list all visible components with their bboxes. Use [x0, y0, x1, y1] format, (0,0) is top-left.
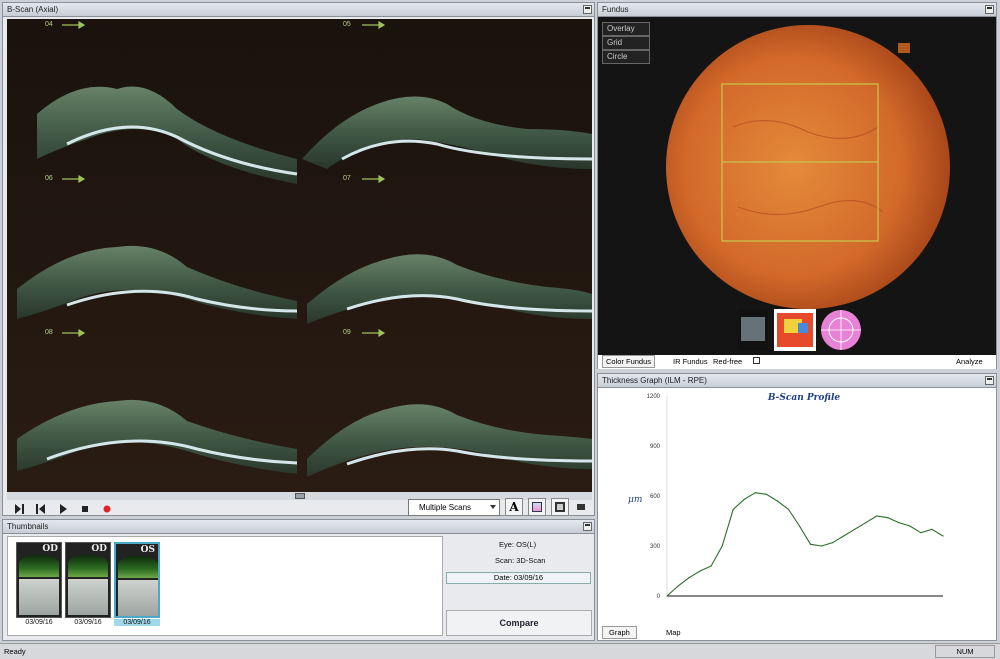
thumbnail-date: 03/09/16	[114, 619, 160, 626]
thumbnail-map-image	[19, 579, 59, 615]
compare-button[interactable]: Compare	[446, 610, 592, 636]
thumbnail-scan-image	[19, 555, 59, 577]
status-bar: Ready NUM	[0, 643, 1000, 659]
fundus-image[interactable]	[598, 17, 996, 355]
chart-points	[666, 492, 944, 597]
thickness-chart[interactable]: B-Scan Profile μm 0 300 600 900 1200	[598, 388, 996, 624]
tab-ir-fundus[interactable]: IR Fundus	[673, 357, 708, 366]
thumbnail-item[interactable]: OD	[16, 542, 62, 618]
graph-minimize-button[interactable]	[985, 376, 994, 385]
tile-label-04: 04	[45, 21, 53, 28]
date-info: Date: 03/09/16	[446, 572, 591, 584]
font-button[interactable]: A	[505, 498, 523, 516]
chart-title: B-Scan Profile	[767, 393, 840, 403]
thumbnails-minimize-button[interactable]	[583, 522, 592, 531]
tab-color-fundus[interactable]: Color Fundus	[602, 355, 656, 368]
thumbnail-scan-image	[68, 555, 108, 577]
bscan-title-bar: B-Scan (Axial)	[3, 3, 594, 17]
y-tick-label: 0	[657, 594, 661, 600]
fundus-title: Fundus	[602, 5, 629, 14]
record-icon[interactable]	[101, 503, 113, 515]
bscan-scroll-thumb[interactable]	[295, 493, 305, 499]
y-tick-label: 600	[650, 494, 661, 500]
thumbnail-item-selected[interactable]: OS	[114, 542, 160, 618]
tile-label-09: 09	[343, 329, 351, 336]
thumbnail-date: 03/09/16	[74, 619, 102, 626]
thumbnail-item[interactable]: OD	[65, 542, 111, 618]
app-window: B-Scan (Axial) 04 05 06 07 08 09 Multipl…	[0, 0, 1000, 659]
thumbnail-eye: OD	[91, 544, 107, 554]
thumbnail-eye: OS	[140, 545, 155, 555]
fundus-title-bar: Fundus	[598, 3, 996, 17]
step-back-icon[interactable]	[35, 503, 47, 515]
chart-yticks: 0 300 600 900 1200	[647, 394, 661, 600]
tab-map[interactable]: Map	[666, 628, 681, 637]
thumbnails-title: Thumbnails	[7, 522, 49, 531]
y-tick-label: 1200	[647, 394, 661, 400]
gray-frame-icon	[555, 502, 565, 512]
tile-label-07: 07	[343, 175, 351, 182]
chevron-down-icon	[490, 505, 496, 509]
analyze-button[interactable]: Analyze	[956, 357, 983, 366]
view-mode-value: Multiple Scans	[419, 503, 472, 512]
scan-info: Scan: 3D-Scan	[495, 556, 546, 565]
fundus-panel: Fundus Overlay Grid Circle Color Fundus …	[597, 2, 997, 369]
thumbnails-panel: Thumbnails OD 03/09/16 OD 03/09/16 OS 03…	[2, 519, 595, 641]
fundus-minimize-button[interactable]	[985, 5, 994, 14]
graph-title: Thickness Graph (ILM - RPE)	[602, 376, 707, 385]
status-ready: Ready	[4, 647, 26, 656]
bscan-tiles-svg	[7, 19, 592, 492]
color-frame-button[interactable]	[528, 498, 546, 516]
tile-label-06: 06	[45, 175, 53, 182]
color-frame-icon	[532, 502, 542, 512]
view-mode-dropdown[interactable]: Multiple Scans	[408, 499, 500, 516]
bscan-minimize-button[interactable]	[583, 5, 592, 14]
tab-graph[interactable]: Graph	[602, 626, 637, 639]
thumbnail-map-image	[118, 580, 158, 616]
graph-tabs: Graph Map	[598, 626, 996, 640]
chart-ylabel: μm	[628, 495, 642, 505]
eye-info: Eye: OS(L)	[499, 540, 537, 549]
step-forward-icon[interactable]	[13, 503, 25, 515]
y-tick-label: 900	[650, 444, 661, 450]
layout-button[interactable]	[574, 498, 588, 516]
gray-frame-button[interactable]	[551, 498, 569, 516]
thickness-graph-panel: Thickness Graph (ILM - RPE) B-Scan Profi…	[597, 373, 997, 641]
bscan-title: B-Scan (Axial)	[7, 5, 59, 14]
bscan-image-grid[interactable]: 04 05 06 07 08 09	[7, 19, 592, 492]
thumbnail-list: OD 03/09/16 OD 03/09/16 OS 03/09/16	[7, 536, 443, 636]
thumbnail-date: 03/09/16	[25, 619, 53, 626]
series-line	[666, 492, 944, 597]
bscan-panel: B-Scan (Axial) 04 05 06 07 08 09 Multipl…	[2, 2, 595, 516]
stop-icon[interactable]	[79, 503, 91, 515]
fundus-tabs: Color Fundus IR Fundus Red-free Analyze	[598, 355, 996, 369]
layout-icon	[577, 504, 585, 510]
thumbnails-title-bar: Thumbnails	[3, 520, 594, 534]
y-tick-label: 300	[650, 544, 661, 550]
red-free-checkbox[interactable]	[753, 357, 760, 364]
status-num: NUM	[935, 645, 995, 658]
tab-red-free[interactable]: Red-free	[713, 357, 742, 366]
play-icon[interactable]	[57, 503, 69, 515]
tile-label-08: 08	[45, 329, 53, 336]
thumbnail-eye: OD	[42, 544, 58, 554]
tile-label-05: 05	[343, 21, 351, 28]
fundus-mini-thumbnails	[738, 309, 861, 351]
thumbnail-scan-image	[118, 556, 158, 578]
thumbnail-map-image	[68, 579, 108, 615]
graph-title-bar: Thickness Graph (ILM - RPE)	[598, 374, 996, 388]
